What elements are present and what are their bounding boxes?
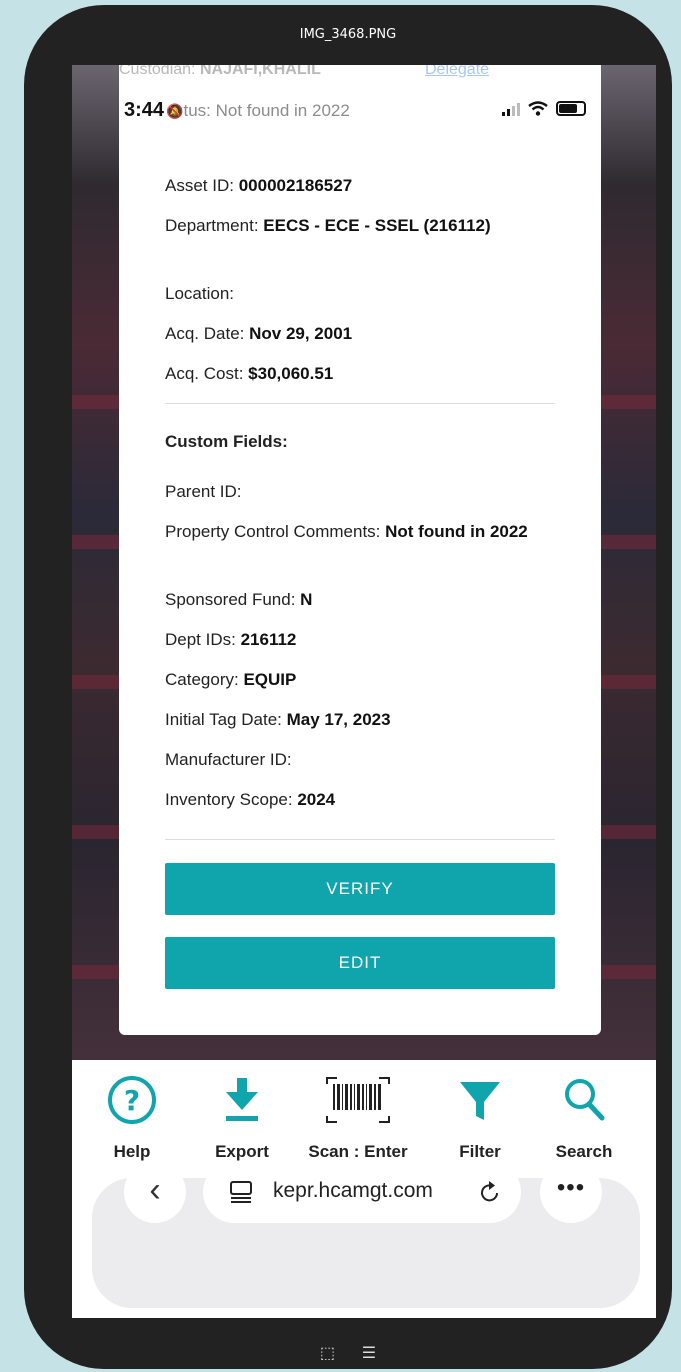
field-value: Not found in 2022 — [385, 522, 528, 541]
filter-tool[interactable]: Filter — [430, 1074, 530, 1161]
inventory-scope-field: Inventory Scope: 2024 — [165, 787, 545, 813]
field-value: $30,060.51 — [248, 364, 334, 383]
department-field: Department: EECS - ECE - SSEL (216112) — [165, 213, 545, 239]
property-comments-field: Property Control Comments: Not found in … — [165, 519, 545, 545]
bell-slash-icon: 🔕 — [166, 103, 184, 119]
delegate-link[interactable]: Delegate — [425, 65, 489, 79]
field-value: EECS - ECE - SSEL (216112) — [263, 216, 491, 235]
dept-ids-field: Dept IDs: 216112 — [165, 627, 545, 653]
export-tool[interactable]: Export — [192, 1074, 292, 1161]
manufacturer-id-field: Manufacturer ID: — [165, 747, 545, 773]
field-value: N — [300, 590, 313, 609]
sponsored-fund-field: Sponsored Fund: N — [165, 587, 545, 613]
back-button[interactable]: ‹ — [124, 1161, 186, 1223]
search-icon — [565, 1079, 605, 1121]
field-label: Acq. Cost: — [165, 364, 244, 383]
help-tool[interactable]: ? Help — [82, 1074, 182, 1161]
field-label: Inventory Scope: — [165, 790, 293, 809]
status-time: 3:44 — [124, 99, 165, 121]
custodian-row: Custodian: NAJAFI,KHALIL Delegate — [119, 65, 509, 83]
battery-icon — [556, 101, 586, 116]
field-label: Initial Tag Date: — [165, 710, 282, 729]
custodian-value: NAJAFI,KHALIL — [199, 65, 321, 78]
scan-label: Scan : Enter — [308, 1142, 408, 1161]
wifi-icon — [528, 101, 548, 116]
field-value: Nov 29, 2001 — [249, 324, 353, 343]
asset-id-field: Asset ID: 000002186527 — [165, 173, 545, 199]
photo-viewer-icons: ⬚ ☰ — [24, 1343, 672, 1363]
search-label: Search — [555, 1142, 613, 1161]
field-label: Department: — [165, 216, 259, 235]
search-tool[interactable]: Search — [534, 1074, 634, 1161]
divider — [165, 403, 555, 404]
page-icon — [230, 1181, 252, 1203]
acq-cost-field: Acq. Cost: $30,060.51 — [165, 361, 545, 387]
reload-icon[interactable] — [479, 1180, 501, 1204]
section-heading: Custom Fields: — [165, 432, 288, 451]
field-value: 216112 — [240, 630, 297, 649]
more-menu-button[interactable]: ••• — [540, 1161, 602, 1223]
export-label: Export — [215, 1142, 269, 1161]
initial-tag-date-field: Initial Tag Date: May 17, 2023 — [165, 707, 545, 733]
field-label: Sponsored Fund: — [165, 590, 296, 609]
system-status-icons — [502, 101, 586, 116]
ellipsis-icon: ••• — [556, 1174, 586, 1201]
text-scan-icon[interactable]: ☰ — [362, 1345, 376, 1362]
image-filename: IMG_3468.PNG — [299, 27, 397, 42]
custodian-label: Custodian: — [119, 65, 196, 78]
address-bar[interactable]: kepr.hcamgt.com — [203, 1161, 521, 1223]
field-value: May 17, 2023 — [286, 710, 391, 729]
field-value: 000002186527 — [238, 176, 353, 195]
divider — [165, 839, 555, 840]
field-value: 2024 — [297, 790, 336, 809]
edit-button[interactable]: EDIT — [165, 937, 555, 989]
field-label: Location: — [165, 284, 234, 303]
url-text: kepr.hcamgt.com — [273, 1179, 433, 1202]
phone-frame: IMG_3468.PNG Custodian: NAJAFI,KHALIL De… — [24, 5, 672, 1369]
signal-icon — [502, 102, 520, 116]
field-label: Acq. Date: — [165, 324, 245, 343]
field-label: Dept IDs: — [165, 630, 236, 649]
chevron-left-icon: ‹ — [149, 1171, 161, 1209]
help-icon: ? — [108, 1076, 156, 1124]
filter-label: Filter — [459, 1142, 501, 1161]
field-label: Parent ID: — [165, 482, 242, 501]
help-label: Help — [113, 1142, 151, 1161]
field-label: Category: — [165, 670, 239, 689]
status-row: 3:44 🔕tus: Not found in 2022 — [124, 99, 350, 122]
verify-button[interactable]: VERIFY — [165, 863, 555, 915]
scan-tool[interactable]: Scan : Enter — [308, 1074, 408, 1161]
category-field: Category: EQUIP — [165, 667, 545, 693]
status-text: tus: Not found in 2022 — [183, 101, 350, 120]
field-value: EQUIP — [243, 670, 297, 689]
live-text-icon[interactable]: ⬚ — [320, 1345, 335, 1362]
custom-fields-heading: Custom Fields: — [165, 429, 545, 455]
phone-screen: Custodian: NAJAFI,KHALIL Delegate 3:44 🔕t… — [72, 65, 656, 1318]
field-label: Property Control Comments: — [165, 522, 381, 541]
barcode-icon — [326, 1077, 390, 1123]
download-icon — [226, 1078, 258, 1121]
svg-text:?: ? — [124, 1084, 140, 1117]
field-label: Manufacturer ID: — [165, 750, 292, 769]
parent-id-field: Parent ID: — [165, 479, 545, 505]
field-label: Asset ID: — [165, 176, 234, 195]
location-field: Location: — [165, 281, 545, 307]
filter-icon — [460, 1082, 500, 1120]
acq-date-field: Acq. Date: Nov 29, 2001 — [165, 321, 545, 347]
